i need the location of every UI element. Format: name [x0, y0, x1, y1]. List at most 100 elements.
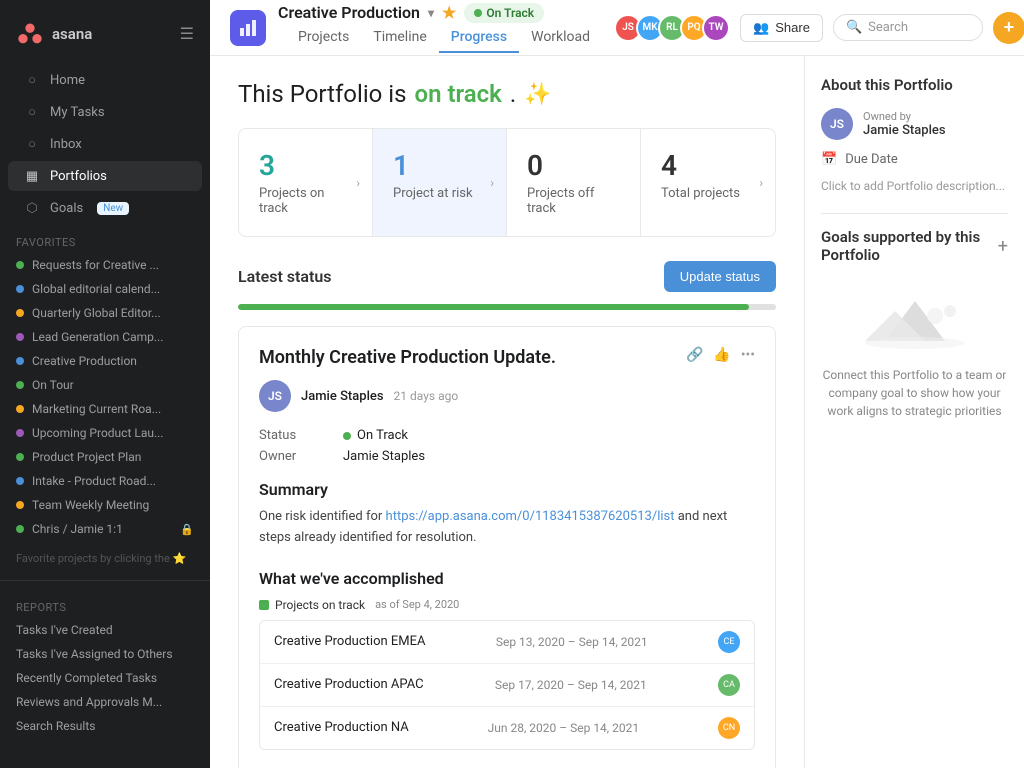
projects-list: Creative Production EMEA Sep 13, 2020 – …: [259, 620, 755, 750]
main-content: Creative Production ▾ ★ On Track Project…: [210, 0, 1024, 768]
bar-chart-icon: [238, 18, 258, 38]
update-status-button[interactable]: Update status: [664, 261, 776, 292]
tab-projects[interactable]: Projects: [286, 23, 361, 53]
stat-on-track-label: Projects on track: [259, 186, 352, 216]
sparkle-icon: ✨: [524, 82, 551, 107]
accomplished-section: What we've accomplished Projects on trac…: [259, 569, 755, 750]
search-box[interactable]: 🔍 Search: [833, 14, 983, 41]
summary-text-prefix: One risk identified for: [259, 509, 386, 524]
owner-avatar: JS: [821, 108, 853, 140]
summary-title: Summary: [259, 480, 755, 499]
add-button[interactable]: +: [993, 12, 1024, 44]
status-row: Status On Track: [259, 428, 755, 443]
status-card-title: Monthly Creative Production Update.: [259, 347, 556, 368]
content-area: This Portfolio is on track . ✨ 3 Project…: [210, 56, 1024, 768]
fav-dot: [16, 309, 24, 317]
share-button[interactable]: 👥 Share: [740, 14, 823, 42]
stat-on-track[interactable]: 3 Projects on track ›: [239, 129, 373, 236]
sidebar-report-assigned[interactable]: Tasks I've Assigned to Others: [0, 642, 210, 666]
sidebar-divider: [0, 580, 210, 581]
stat-total[interactable]: 4 Total projects ›: [641, 129, 775, 236]
stat-off-track[interactable]: 0 Projects off track: [507, 129, 641, 236]
search-placeholder: Search: [868, 20, 908, 35]
sidebar-fav-quarterly[interactable]: Quarterly Global Editor...: [0, 301, 210, 325]
tab-workload[interactable]: Workload: [519, 23, 602, 53]
status-dot-icon: [474, 9, 482, 17]
goals-icon: ⬡: [24, 200, 40, 216]
fav-dot: [16, 285, 24, 293]
sidebar-fav-upcoming-product[interactable]: Upcoming Product Lau...: [0, 421, 210, 445]
latest-status-title: Latest status: [238, 267, 332, 286]
goals-add-button[interactable]: +: [998, 236, 1008, 257]
topbar: Creative Production ▾ ★ On Track Project…: [210, 0, 1024, 56]
portfolio-header-on-track: on track: [415, 80, 502, 108]
sidebar-fav-marketing[interactable]: Marketing Current Roa...: [0, 397, 210, 421]
sidebar-report-completed[interactable]: Recently Completed Tasks: [0, 666, 210, 690]
sidebar-item-my-tasks[interactable]: ○ My Tasks: [8, 97, 202, 127]
thumbs-up-icon[interactable]: 👍: [713, 347, 730, 363]
fav-dot: [16, 453, 24, 461]
sidebar-menu-button[interactable]: ☰: [180, 24, 194, 44]
sidebar-item-portfolios-label: Portfolios: [50, 169, 107, 184]
favorites-section-label: Favorites: [0, 224, 210, 253]
portfolios-icon: ▦: [24, 168, 40, 184]
reports-section-label: Reports: [0, 589, 210, 618]
star-icon[interactable]: ★: [442, 3, 456, 22]
sidebar-divider-1: [821, 213, 1008, 214]
sidebar-fav-product-plan[interactable]: Product Project Plan: [0, 445, 210, 469]
project-name: Creative Production EMEA: [274, 634, 426, 649]
stat-chevron-icon: ›: [356, 176, 360, 190]
status-value-text: On Track: [357, 428, 408, 443]
due-date-row: 📅 Due Date: [821, 152, 1008, 167]
sidebar-fav-chris-jamie[interactable]: Chris / Jamie 1:1 🔒: [0, 517, 210, 541]
stat-total-number: 4: [661, 149, 755, 182]
more-icon[interactable]: •••: [741, 347, 755, 363]
sidebar: asana ☰ ○ Home ○ My Tasks ○ Inbox ▦ Port…: [0, 0, 210, 768]
as-of-date: as of Sep 4, 2020: [375, 598, 459, 611]
sidebar-fav-requests[interactable]: Requests for Creative ...: [0, 253, 210, 277]
project-list-item-na[interactable]: Creative Production NA Jun 28, 2020 – Se…: [260, 707, 754, 749]
asana-logo-icon: [16, 20, 44, 48]
summary-link[interactable]: https://app.asana.com/0/1183415387620513…: [386, 509, 675, 524]
link-icon[interactable]: 🔗: [686, 347, 703, 363]
description-placeholder[interactable]: Click to add Portfolio description...: [821, 179, 1008, 193]
author-avatar: JS: [259, 380, 291, 412]
status-label: On Track: [486, 6, 534, 20]
sidebar-item-goals-label: Goals: [50, 201, 83, 216]
sidebar-fav-intake[interactable]: Intake - Product Road...: [0, 469, 210, 493]
tab-progress[interactable]: Progress: [439, 23, 519, 53]
portfolio-header-prefix: This Portfolio is: [238, 80, 407, 108]
sidebar-fav-team-weekly[interactable]: Team Weekly Meeting: [0, 493, 210, 517]
mountain-svg: [855, 281, 975, 351]
stat-at-risk[interactable]: 1 Project at risk › View projects: [373, 129, 507, 236]
sidebar-fav-creative-production[interactable]: Creative Production: [0, 349, 210, 373]
tasks-icon: ○: [24, 104, 40, 120]
latest-status-header: Latest status Update status: [238, 261, 776, 292]
sidebar-item-portfolios[interactable]: ▦ Portfolios: [8, 161, 202, 191]
owner-name: Jamie Staples: [863, 123, 946, 138]
project-list-item-emea[interactable]: Creative Production EMEA Sep 13, 2020 – …: [260, 621, 754, 664]
fav-dot: [16, 477, 24, 485]
sidebar-report-search[interactable]: Search Results: [0, 714, 210, 738]
lock-icon: 🔒: [180, 523, 194, 536]
about-portfolio-title: About this Portfolio: [821, 76, 1008, 94]
tab-timeline[interactable]: Timeline: [361, 23, 438, 53]
stat-off-track-number: 0: [527, 149, 620, 182]
sidebar-report-reviews[interactable]: Reviews and Approvals M...: [0, 690, 210, 714]
on-track-badge-label: Projects on track: [275, 598, 365, 612]
project-list-item-apac[interactable]: Creative Production APAC Sep 17, 2020 – …: [260, 664, 754, 707]
status-key: Status: [259, 428, 319, 443]
sidebar-fav-lead-gen[interactable]: Lead Generation Camp...: [0, 325, 210, 349]
project-name: Creative Production NA: [274, 720, 409, 735]
project-dates: Sep 17, 2020 – Sep 14, 2021: [495, 678, 647, 692]
sidebar-item-inbox[interactable]: ○ Inbox: [8, 129, 202, 159]
stat-off-track-label: Projects off track: [527, 186, 620, 216]
sidebar-item-goals[interactable]: ⬡ Goals New: [8, 193, 202, 223]
status-card-header: Monthly Creative Production Update. 🔗 👍 …: [259, 347, 755, 380]
sidebar-report-created[interactable]: Tasks I've Created: [0, 618, 210, 642]
sidebar-fav-global-editorial[interactable]: Global editorial calend...: [0, 277, 210, 301]
sidebar-item-home[interactable]: ○ Home: [8, 65, 202, 95]
summary-section: Summary One risk identified for https://…: [259, 480, 755, 549]
sidebar-fav-on-tour[interactable]: On Tour: [0, 373, 210, 397]
on-track-badge: Projects on track as of Sep 4, 2020: [259, 598, 755, 612]
